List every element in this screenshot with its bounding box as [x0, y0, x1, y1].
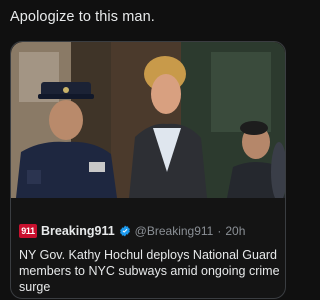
quoted-post-text: NY Gov. Kathy Hochul deploys National Gu…: [19, 248, 280, 294]
verified-badge-icon: [119, 225, 131, 237]
breaking911-avatar[interactable]: 911: [19, 224, 37, 238]
post-text: Apologize to this man.: [10, 9, 155, 25]
quoted-post-header: 911 Breaking911 @Breaking911 · 20h: [19, 224, 245, 238]
quoted-display-name[interactable]: Breaking911: [41, 224, 115, 238]
quoted-post-card[interactable]: 911 Breaking911 @Breaking911 · 20h NY Go…: [10, 41, 286, 299]
quoted-timestamp[interactable]: 20h: [225, 224, 245, 238]
separator-dot: ·: [217, 224, 222, 238]
quoted-post-photo[interactable]: [11, 42, 285, 198]
quoted-handle[interactable]: @Breaking911: [135, 224, 214, 238]
